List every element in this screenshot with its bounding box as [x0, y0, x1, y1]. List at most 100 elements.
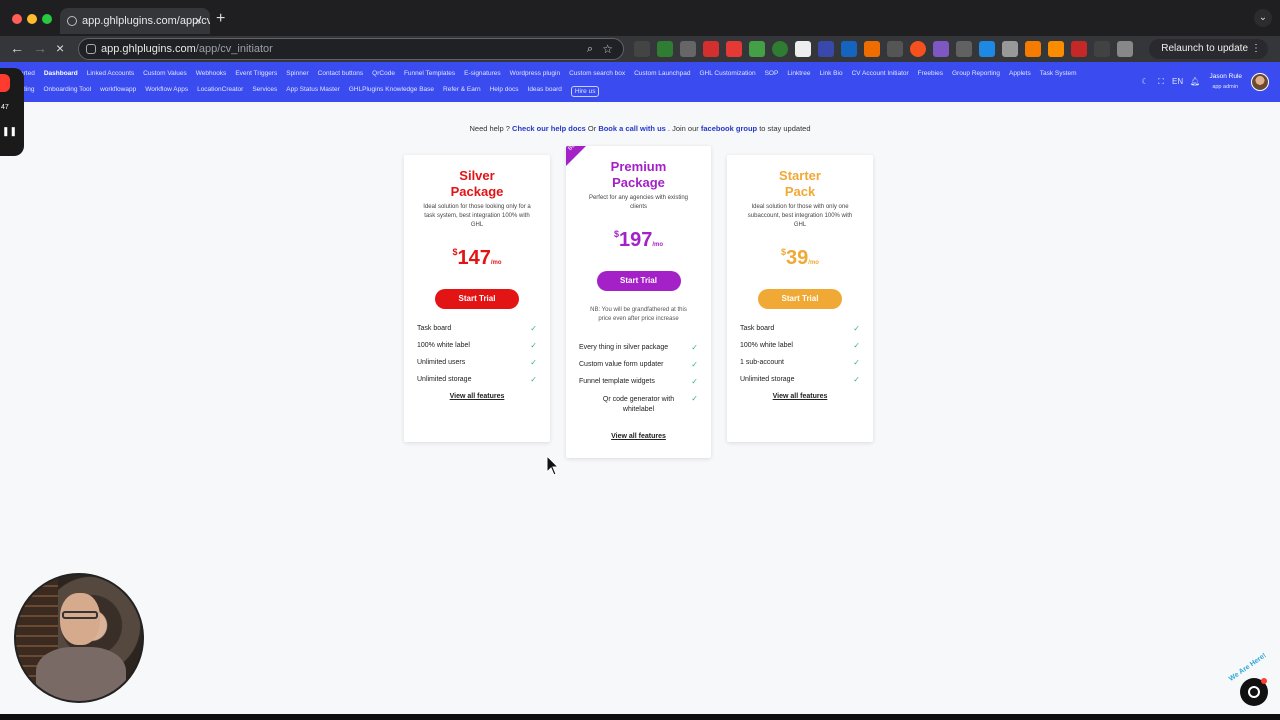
nav-item[interactable]: E-signatures	[464, 70, 501, 77]
hire-us-button[interactable]: Hire us	[570, 86, 600, 97]
check-icon: ✓	[691, 360, 698, 369]
extension-icon[interactable]	[680, 41, 696, 57]
start-trial-button[interactable]: Start Trial	[596, 271, 681, 291]
check-icon: ✓	[691, 394, 698, 403]
extension-icon[interactable]	[979, 41, 995, 57]
pause-icon[interactable]: ❚❚	[2, 126, 17, 137]
address-bar[interactable]: app.ghlplugins.com/app/cv_initiator ⌕ ☆	[78, 38, 624, 60]
nav-item[interactable]: Services	[252, 86, 277, 97]
nav-item[interactable]: LocationCreator	[197, 86, 243, 97]
extension-icon[interactable]	[749, 41, 765, 57]
nav-item[interactable]: Spinner	[286, 70, 308, 77]
nav-item[interactable]: Group Reporting	[952, 70, 1000, 77]
nav-item[interactable]: Custom Values	[143, 70, 187, 77]
extension-icon[interactable]	[1071, 41, 1087, 57]
plan-title-line2: Package	[612, 175, 665, 190]
nav-item[interactable]: Workflow Apps	[145, 86, 188, 97]
forward-icon[interactable]: →	[33, 40, 47, 56]
nav-item[interactable]: Linktree	[787, 70, 810, 77]
extension-icon[interactable]	[657, 41, 673, 57]
new-tab-icon[interactable]: +	[216, 10, 225, 28]
facebook-group-link[interactable]: facebook group	[701, 124, 757, 133]
tab-search-icon[interactable]: ⌄	[1254, 9, 1272, 27]
nav-item[interactable]: GHLPlugins Knowledge Base	[349, 86, 434, 97]
menu-dots-icon[interactable]: ⋮	[1251, 39, 1261, 59]
extension-icon[interactable]	[1094, 41, 1110, 57]
nav-item[interactable]: Refer & Earn	[443, 86, 481, 97]
extension-icon[interactable]	[1002, 41, 1018, 57]
start-trial-button[interactable]: Start Trial	[435, 289, 519, 309]
extension-icon[interactable]	[1048, 41, 1064, 57]
fullscreen-icon[interactable]: ⛶	[1156, 77, 1166, 87]
help-docs-link[interactable]: Check our help docs	[512, 124, 586, 133]
extension-icon[interactable]	[795, 41, 811, 57]
extension-icon[interactable]	[864, 41, 880, 57]
nav-item[interactable]: Event Triggers	[235, 70, 277, 77]
nav-item[interactable]: Help docs	[490, 86, 519, 97]
close-tab-icon[interactable]: ×	[194, 8, 202, 34]
rss-icon[interactable]	[1025, 41, 1041, 57]
nav-item[interactable]: Linked Accounts	[87, 70, 134, 77]
nav-item[interactable]: Wordpress plugin	[510, 70, 560, 77]
zoom-window-button[interactable]	[42, 14, 52, 24]
nav-item[interactable]: Custom search box	[569, 70, 625, 77]
minimize-window-button[interactable]	[27, 14, 37, 24]
nav-item[interactable]: QrCode	[372, 70, 395, 77]
nav-item[interactable]: workflowapp	[100, 86, 136, 97]
chat-widget-button[interactable]	[1240, 678, 1268, 706]
nav-item[interactable]: GHL Customization	[699, 70, 755, 77]
extension-icon[interactable]	[634, 41, 650, 57]
start-trial-button[interactable]: Start Trial	[758, 289, 842, 309]
close-window-button[interactable]	[12, 14, 22, 24]
dark-mode-icon[interactable]: ☾	[1140, 77, 1150, 87]
nav-item[interactable]: CV Account Initiator	[852, 70, 909, 77]
extension-icon[interactable]	[933, 41, 949, 57]
browser-toolbar: ← → × app.ghlplugins.com/app/cv_initiato…	[0, 36, 1280, 62]
view-all-features-link[interactable]: View all features	[727, 393, 873, 400]
nav-item[interactable]: Task System	[1040, 70, 1077, 77]
language-selector[interactable]: EN	[1172, 77, 1183, 87]
extension-icon[interactable]	[956, 41, 972, 57]
browser-tab[interactable]: app.ghlplugins.com/app/cv_... ×	[60, 8, 210, 34]
stop-recording-button[interactable]	[0, 74, 10, 92]
bell-icon[interactable]: 🔔︎	[1190, 77, 1200, 87]
extension-icon[interactable]	[726, 41, 742, 57]
relaunch-button[interactable]: Relaunch to update ⋮	[1149, 39, 1268, 59]
plan-description: Perfect for any agencies with existing c…	[588, 195, 689, 210]
book-call-link[interactable]: Book a call with us	[598, 124, 666, 133]
nav-item[interactable]: Custom Launchpad	[634, 70, 690, 77]
nav-item[interactable]: SOP	[765, 70, 779, 77]
back-icon[interactable]: ←	[10, 40, 24, 56]
grammarly-icon[interactable]	[772, 41, 788, 57]
stop-loading-icon[interactable]: ×	[56, 40, 64, 56]
extension-icon[interactable]	[887, 41, 903, 57]
pdf-extension-icon[interactable]	[841, 41, 857, 57]
nav-item[interactable]: Freebies	[918, 70, 943, 77]
bookmark-star-icon[interactable]: ☆	[602, 39, 613, 59]
nav-item[interactable]: Ideas board	[528, 86, 562, 97]
extension-icon[interactable]	[703, 41, 719, 57]
view-all-features-link[interactable]: View all features	[404, 393, 550, 400]
nav-item[interactable]: App Status Master	[286, 86, 339, 97]
zoom-icon[interactable]: ⌕	[587, 39, 593, 59]
feature-label: Unlimited storage	[417, 376, 472, 383]
avatar[interactable]	[1251, 73, 1269, 91]
plan-description: Ideal solution for those looking only fo…	[423, 204, 531, 228]
check-icon: ✓	[691, 377, 698, 386]
nav-item[interactable]: Applets	[1009, 70, 1031, 77]
feature-item: 100% white label ✓	[417, 341, 537, 354]
feature-label: 1 sub-account	[740, 359, 784, 366]
nav-item[interactable]: Webhooks	[196, 70, 227, 77]
extension-icon[interactable]	[910, 41, 926, 57]
nav-item[interactable]: Funnel Templates	[404, 70, 455, 77]
nav-item[interactable]: Link Bio	[819, 70, 842, 77]
view-all-features-link[interactable]: View all features	[566, 433, 711, 440]
user-name[interactable]: Jason Rule	[1209, 73, 1242, 80]
puzzle-icon[interactable]	[1117, 41, 1133, 57]
nav-item[interactable]: Onboarding Tool	[43, 86, 91, 97]
nav-item[interactable]: Contact buttons	[318, 70, 364, 77]
extension-icon[interactable]	[818, 41, 834, 57]
site-info-icon[interactable]	[86, 44, 96, 54]
nav-row-2: rding Onboarding Tool workflowapp Workflow …	[20, 86, 608, 97]
nav-item[interactable]: Dashboard	[44, 70, 78, 77]
